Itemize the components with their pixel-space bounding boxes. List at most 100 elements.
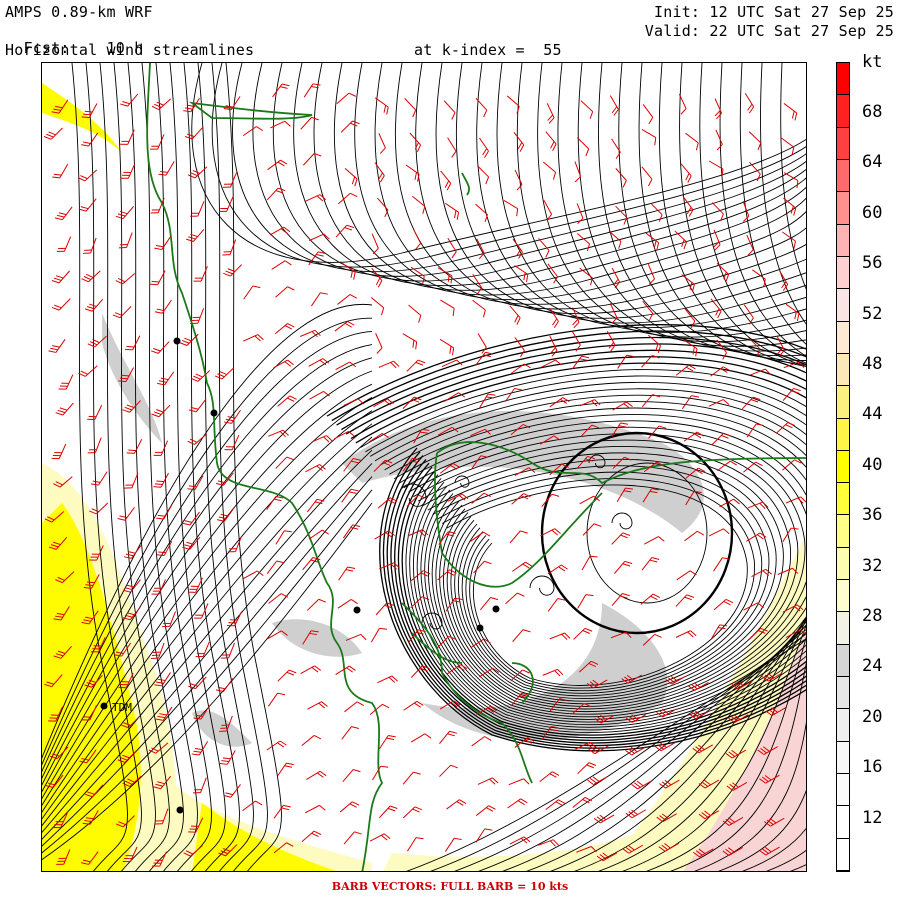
colorbar-tick-label: 32 xyxy=(862,555,883,576)
shaded-region xyxy=(272,619,362,657)
barb-shaft xyxy=(440,170,452,184)
barb-flag xyxy=(451,251,457,259)
wind-barb xyxy=(51,443,67,460)
barb-flag xyxy=(224,449,233,451)
barb-shaft xyxy=(609,95,619,110)
colorbar-swatch xyxy=(837,386,849,419)
wind-barb xyxy=(54,206,73,221)
wind-barb xyxy=(266,187,286,201)
streamline xyxy=(598,63,806,357)
station-dot xyxy=(100,702,108,710)
barb-shaft xyxy=(197,201,205,217)
barb-shaft xyxy=(744,93,755,108)
barb-shaft xyxy=(126,232,133,248)
wind-barb xyxy=(406,359,426,372)
wind-barb xyxy=(43,127,63,140)
barb-shaft xyxy=(379,735,389,750)
colorbar-tick-label: 48 xyxy=(862,354,883,374)
barb-shaft xyxy=(307,701,322,710)
wind-barb xyxy=(341,262,356,280)
wind-barb xyxy=(214,367,235,380)
barb-flag xyxy=(219,210,227,212)
barb-shaft xyxy=(377,675,393,684)
barb-shaft xyxy=(572,307,580,323)
barb-flag xyxy=(654,137,657,146)
barb-shaft xyxy=(338,566,349,581)
wind-barb xyxy=(473,560,492,574)
wind-barb xyxy=(157,371,175,386)
wind-barb xyxy=(642,300,654,321)
wind-barb xyxy=(378,805,398,819)
barb-shaft xyxy=(94,437,102,453)
barb-shaft xyxy=(371,297,384,309)
barb-flag xyxy=(150,212,159,214)
map-panel: TDM xyxy=(41,62,807,872)
barb-shaft xyxy=(785,496,801,504)
barb-shaft xyxy=(124,507,135,521)
barb-shaft xyxy=(344,168,358,180)
barb-shaft xyxy=(127,93,139,107)
barb-shaft xyxy=(779,270,789,285)
barb-shaft xyxy=(641,394,654,408)
colorbar-tick-label: 28 xyxy=(862,606,883,626)
wind-barb xyxy=(641,557,660,571)
barb-shaft xyxy=(200,266,208,282)
barb-shaft xyxy=(65,374,74,390)
wind-barb xyxy=(439,338,455,356)
barb-shaft xyxy=(340,120,353,133)
wind-barb xyxy=(404,98,417,118)
barb-shaft xyxy=(267,159,281,171)
wind-barb xyxy=(156,504,173,520)
wind-barb xyxy=(115,206,134,220)
barb-flag xyxy=(150,148,158,150)
barb-flag xyxy=(226,624,235,627)
barb-shaft xyxy=(273,805,284,819)
wind-barb xyxy=(154,299,172,314)
wind-barb xyxy=(410,733,432,743)
barb-shaft xyxy=(374,97,389,108)
barb-shaft xyxy=(276,762,287,777)
wind-barb xyxy=(472,299,486,318)
barb-shaft xyxy=(339,801,353,813)
barb-flag xyxy=(376,347,383,354)
barb-shaft xyxy=(200,777,207,793)
colorbar-swatch xyxy=(837,709,849,742)
wind-barb xyxy=(408,304,422,323)
wind-barb xyxy=(437,267,453,284)
barb-flag xyxy=(424,733,432,739)
streamline xyxy=(529,575,555,596)
barb-shaft xyxy=(231,435,240,450)
barb-flag xyxy=(551,493,560,497)
wind-barb xyxy=(342,524,361,539)
wind-barb xyxy=(681,395,699,410)
wind-barb xyxy=(190,308,205,325)
wind-barb xyxy=(446,799,467,810)
barb-flag xyxy=(222,186,231,188)
barb-shaft xyxy=(546,103,555,118)
wind-barb xyxy=(611,267,621,289)
barb-flag xyxy=(413,771,421,775)
wind-barb xyxy=(440,299,455,316)
barb-shaft xyxy=(336,92,350,104)
barb-shaft xyxy=(612,401,627,411)
wind-barb xyxy=(308,251,326,266)
barb-flag xyxy=(615,152,621,159)
wind-barb xyxy=(642,104,654,125)
barb-shaft xyxy=(311,435,327,443)
wind-barb xyxy=(782,459,802,471)
barb-flag xyxy=(523,778,530,785)
barb-shaft xyxy=(343,398,359,407)
colorbar-tick-label: 44 xyxy=(862,404,883,425)
station-dot xyxy=(176,806,184,814)
wind-barb xyxy=(378,360,400,369)
wind-barb xyxy=(341,488,359,503)
barb-flag xyxy=(227,551,236,553)
barb-shaft xyxy=(226,196,234,212)
barb-shaft xyxy=(511,493,524,505)
wind-barb xyxy=(708,528,730,537)
wind-barb xyxy=(588,745,609,755)
barb-shaft xyxy=(579,399,595,407)
model-title: AMPS 0.89-km WRF xyxy=(5,3,153,21)
wind-barb xyxy=(56,236,72,252)
barb-flag xyxy=(120,143,128,145)
